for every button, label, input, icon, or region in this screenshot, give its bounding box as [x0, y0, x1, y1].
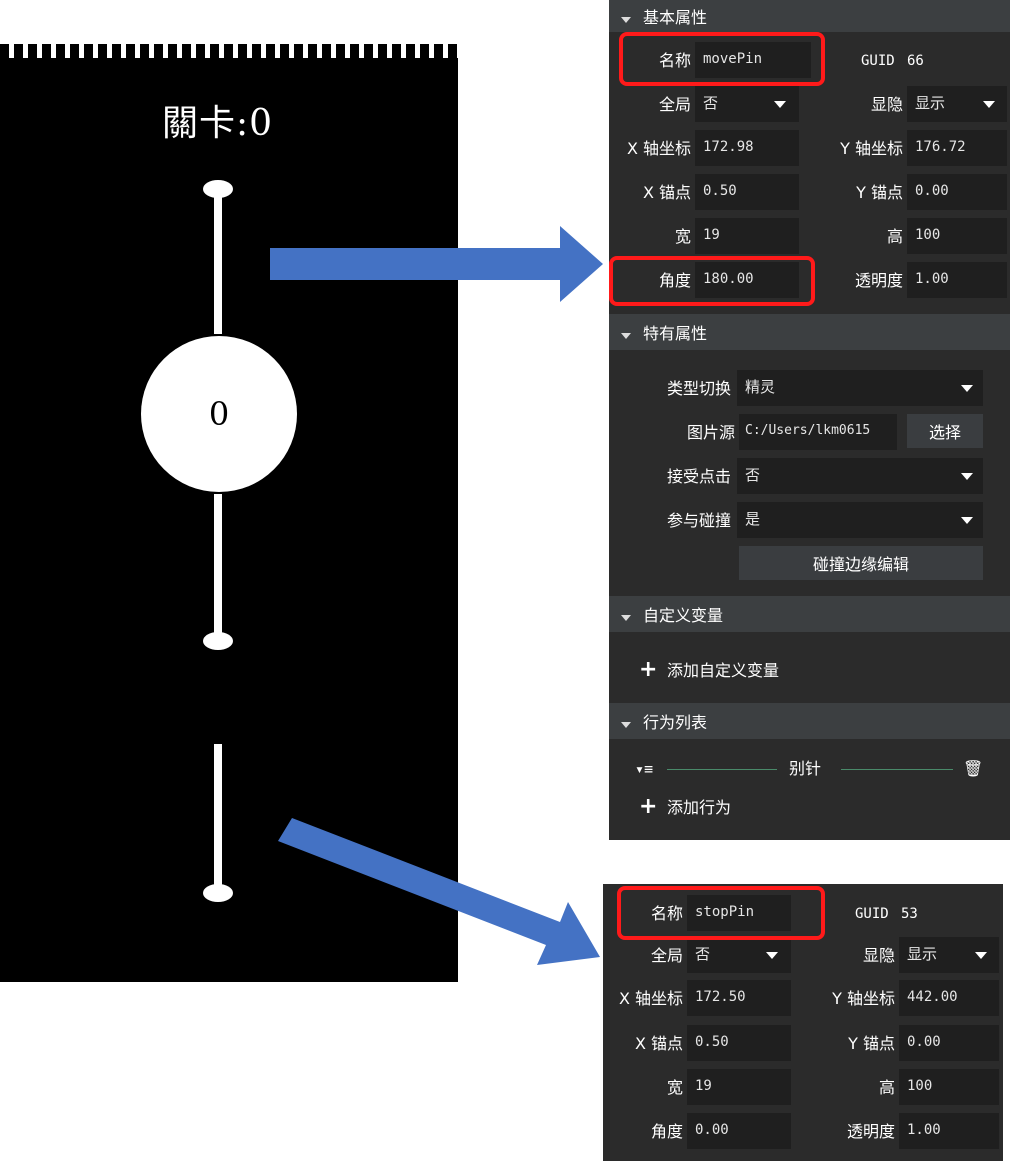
guid-label: GUID — [861, 53, 895, 69]
add-behavior-button[interactable]: 添加行为 — [667, 797, 731, 819]
visible-label: 显隐 — [862, 946, 895, 965]
angle-label: 角度 — [650, 1122, 683, 1141]
y-coord-label: Y 轴坐标 — [840, 139, 903, 158]
highlight-angle-box — [609, 256, 815, 306]
chevron-down-icon[interactable] — [961, 517, 973, 524]
trash-icon[interactable]: 🗑 — [963, 758, 983, 780]
section-behavior-header[interactable]: 行为列表 — [609, 703, 1010, 739]
section-basic-title: 基本属性 — [643, 8, 708, 27]
y-anchor-field[interactable]: 0.00 — [899, 1025, 999, 1061]
accept-click-select[interactable]: 否 — [737, 458, 983, 494]
collapse-triangle-icon[interactable] — [621, 17, 631, 23]
width-field[interactable]: 19 — [687, 1069, 791, 1105]
x-coord-field[interactable]: 172.50 — [687, 980, 791, 1016]
x-coord-label: X 轴坐标 — [626, 139, 691, 158]
property-panel-move-pin: 基本属性 名称 movePin GUID 66 全局 否 显隐 显示 X 轴坐标… — [609, 0, 1010, 840]
behavior-divider-right — [841, 769, 953, 770]
highlight-name-box — [619, 32, 825, 86]
y-anchor-label: Y 锚点 — [848, 1034, 895, 1053]
height-field[interactable]: 100 — [907, 218, 1007, 254]
choose-image-button[interactable]: 选择 — [907, 414, 983, 448]
angle-field[interactable]: 0.00 — [687, 1113, 791, 1149]
opacity-field[interactable]: 1.00 — [899, 1113, 999, 1149]
image-source-label: 图片源 — [686, 423, 735, 442]
guid-value: 66 — [907, 53, 924, 69]
collapse-triangle-icon[interactable] — [621, 333, 631, 339]
x-anchor-label: X 锚点 — [634, 1034, 683, 1053]
height-label: 高 — [878, 1078, 895, 1097]
opacity-label: 透明度 — [846, 1122, 895, 1141]
collide-select[interactable]: 是 — [737, 502, 983, 538]
arrow-to-top-panel — [270, 226, 603, 302]
chevron-down-icon[interactable] — [961, 385, 973, 392]
behavior-item-name: 别针 — [789, 759, 822, 778]
highlight-name-box — [617, 886, 825, 940]
y-coord-field[interactable]: 442.00 — [899, 980, 999, 1016]
add-custom-var-button[interactable]: 添加自定义变量 — [667, 660, 779, 682]
y-anchor-field[interactable]: 0.00 — [907, 174, 1007, 210]
opacity-label: 透明度 — [854, 271, 903, 290]
section-custom-var-title: 自定义变量 — [643, 606, 724, 625]
section-basic-header[interactable]: 基本属性 — [609, 0, 1010, 32]
width-field[interactable]: 19 — [695, 218, 799, 254]
collapse-triangle-icon[interactable] — [621, 722, 631, 728]
opacity-field[interactable]: 1.00 — [907, 262, 1007, 298]
guid-value: 53 — [901, 906, 918, 922]
property-panel-stop-pin: 名称 stopPin GUID 53 全局 否 显隐 显示 X 轴坐标 172.… — [603, 884, 1003, 1161]
chevron-down-icon[interactable] — [961, 473, 973, 480]
chevron-down-icon[interactable] — [975, 952, 987, 959]
global-label: 全局 — [650, 946, 683, 965]
collision-edge-edit-button[interactable]: 碰撞边缘编辑 — [739, 546, 983, 580]
image-source-field[interactable]: C:/Users/lkm0615 — [739, 414, 897, 450]
section-behavior-title: 行为列表 — [643, 713, 708, 732]
height-field[interactable]: 100 — [899, 1069, 999, 1105]
chevron-down-icon[interactable] — [983, 101, 995, 108]
section-special-header[interactable]: 特有属性 — [609, 314, 1010, 350]
guid-label: GUID — [855, 906, 889, 922]
y-anchor-label: Y 锚点 — [856, 183, 903, 202]
collapse-triangle-icon[interactable] — [621, 615, 631, 621]
section-special-title: 特有属性 — [643, 324, 708, 343]
section-custom-var-header[interactable]: 自定义变量 — [609, 596, 1010, 632]
chevron-down-icon[interactable] — [774, 101, 786, 108]
width-label: 宽 — [666, 1078, 683, 1097]
collide-label: 参与碰撞 — [666, 511, 731, 530]
x-anchor-label: X 锚点 — [642, 183, 691, 202]
plus-icon[interactable]: + — [639, 659, 657, 681]
plus-icon[interactable]: + — [639, 796, 657, 818]
type-switch-label: 类型切换 — [666, 379, 731, 398]
type-switch-select[interactable]: 精灵 — [737, 370, 983, 406]
accept-click-label: 接受点击 — [666, 467, 731, 486]
arrow-to-bottom-panel — [278, 818, 600, 965]
behavior-menu-icon[interactable]: ▾≡ — [635, 758, 653, 780]
x-coord-label: X 轴坐标 — [618, 989, 683, 1008]
visible-label: 显隐 — [870, 95, 903, 114]
y-coord-field[interactable]: 176.72 — [907, 130, 1007, 166]
chevron-down-icon[interactable] — [766, 952, 778, 959]
x-anchor-field[interactable]: 0.50 — [687, 1025, 791, 1061]
height-label: 高 — [886, 227, 903, 246]
x-anchor-field[interactable]: 0.50 — [695, 174, 799, 210]
behavior-divider-left — [667, 769, 777, 770]
width-label: 宽 — [674, 227, 691, 246]
global-label: 全局 — [658, 95, 691, 114]
x-coord-field[interactable]: 172.98 — [695, 130, 799, 166]
y-coord-label: Y 轴坐标 — [832, 989, 895, 1008]
